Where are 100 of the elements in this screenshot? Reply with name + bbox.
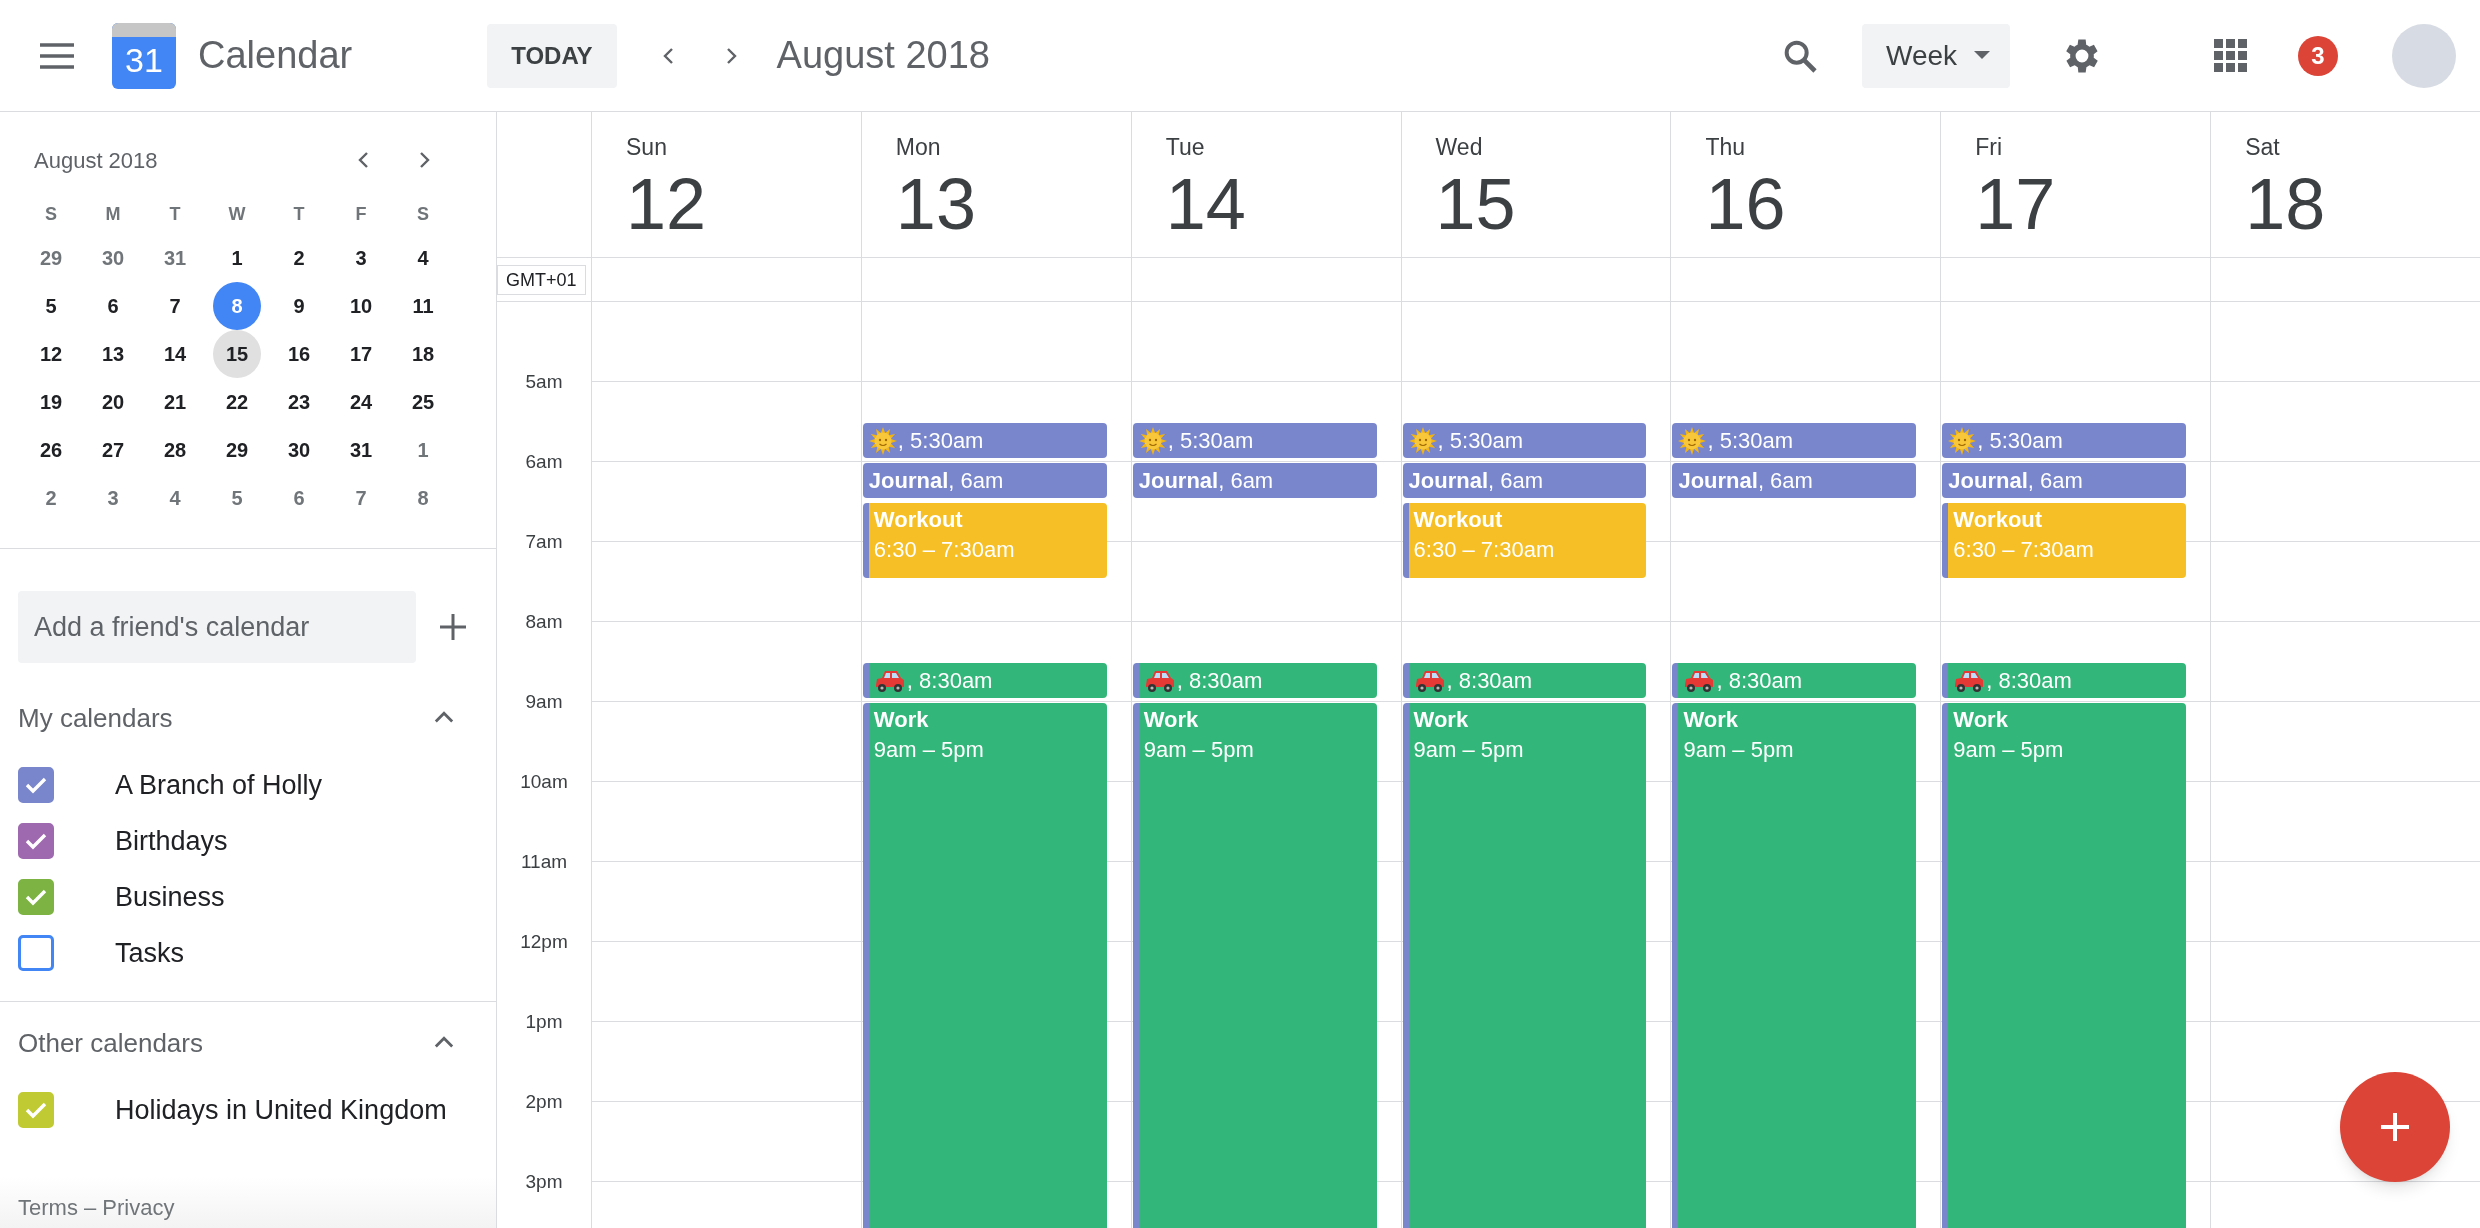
- mini-calendar-day[interactable]: 31: [337, 426, 385, 474]
- calendar-checkbox[interactable]: [18, 767, 54, 803]
- mini-calendar-title: August 2018: [34, 146, 158, 175]
- day-number[interactable]: 12: [626, 162, 707, 246]
- mini-calendar-day[interactable]: 19: [27, 378, 75, 426]
- day-number[interactable]: 16: [1705, 162, 1786, 246]
- event-text: , 5:30am: [1977, 426, 2063, 455]
- mini-calendar-day[interactable]: 28: [151, 426, 199, 474]
- weekday-name: Sat: [2245, 133, 2281, 162]
- weekday-label: W: [227, 202, 247, 226]
- mini-calendar-day[interactable]: 9: [275, 282, 323, 330]
- event-text: , 8:30am: [1446, 666, 1533, 695]
- mini-calendar-day[interactable]: 23: [275, 378, 323, 426]
- mini-calendar-day[interactable]: 7: [337, 474, 385, 522]
- calendar-checkbox[interactable]: [18, 1092, 54, 1128]
- mini-calendar-day[interactable]: 11: [399, 282, 447, 330]
- mini-calendar-day[interactable]: 1: [399, 426, 447, 474]
- weekday-label: T: [292, 202, 306, 226]
- mini-calendar-day[interactable]: 3: [337, 234, 385, 282]
- event-text: , 8:30am: [1176, 666, 1263, 695]
- section-title: My calendars: [18, 701, 173, 735]
- mini-calendar-day[interactable]: 12: [27, 330, 75, 378]
- hour-label: 9am: [525, 689, 563, 714]
- calendar-name: Holidays in United Kingdom: [115, 1093, 447, 1127]
- hour-label: 7am: [525, 529, 563, 554]
- weekday-name: Thu: [1705, 133, 1747, 162]
- mini-calendar-day[interactable]: 31: [151, 234, 199, 282]
- calendar-name: Tasks: [115, 936, 185, 970]
- mini-calendar-day[interactable]: 2: [27, 474, 75, 522]
- mini-calendar-day[interactable]: 2: [275, 234, 323, 282]
- weekday-name: Sun: [626, 133, 668, 162]
- mini-calendar-day[interactable]: 25: [399, 378, 447, 426]
- weekday-name: Mon: [895, 133, 942, 162]
- mini-calendar-day[interactable]: 22: [213, 378, 261, 426]
- mini-calendar-day[interactable]: 5: [27, 282, 75, 330]
- event-text: , 8:30am: [906, 666, 993, 695]
- weekday-name: Fri: [1975, 133, 2004, 162]
- mini-calendar-day[interactable]: 1: [213, 234, 261, 282]
- event-text: , 8:30am: [1716, 666, 1803, 695]
- calendar-checkbox[interactable]: [18, 879, 54, 915]
- menu-icon[interactable]: [38, 40, 76, 71]
- event-text: , 5:30am: [1437, 426, 1524, 455]
- calendar-checkbox[interactable]: [18, 823, 54, 859]
- section-title: Other calendars: [18, 1026, 203, 1060]
- mini-calendar-day[interactable]: 29: [27, 234, 75, 282]
- mini-calendar-day[interactable]: 6: [89, 282, 137, 330]
- sun-face-icon: [1678, 426, 1707, 455]
- mini-calendar-day[interactable]: 14: [151, 330, 199, 378]
- weekday-name: Wed: [1435, 133, 1484, 162]
- mini-calendar-day[interactable]: 7: [151, 282, 199, 330]
- mini-calendar-day[interactable]: 3: [89, 474, 137, 522]
- weekday-label: S: [416, 202, 430, 226]
- mini-calendar-day[interactable]: 8: [399, 474, 447, 522]
- sun-face-icon: [868, 426, 897, 455]
- hour-label: 8am: [525, 609, 563, 634]
- mini-calendar-day[interactable]: 27: [89, 426, 137, 474]
- mini-calendar-day[interactable]: 20: [89, 378, 137, 426]
- today-button[interactable]: TODAY: [487, 23, 617, 88]
- mini-calendar-day[interactable]: 15: [213, 330, 261, 378]
- mini-calendar-day[interactable]: 21: [151, 378, 199, 426]
- mini-calendar-day[interactable]: 24: [337, 378, 385, 426]
- mini-calendar-day[interactable]: 8: [213, 282, 261, 330]
- calendar-logo: 31: [112, 22, 176, 89]
- mini-calendar-day[interactable]: 5: [213, 474, 261, 522]
- mini-calendar-day[interactable]: 17: [337, 330, 385, 378]
- mini-calendar-day[interactable]: 30: [275, 426, 323, 474]
- mini-calendar-day[interactable]: 6: [275, 474, 323, 522]
- mini-calendar-day[interactable]: 26: [27, 426, 75, 474]
- hour-label: 3pm: [525, 1169, 563, 1194]
- check-icon: [24, 775, 48, 795]
- apps-icon[interactable]: [2214, 38, 2248, 73]
- mini-calendar-day[interactable]: 4: [151, 474, 199, 522]
- add-calendar-field[interactable]: Add a friend's calendar: [18, 591, 416, 663]
- event-text: , 5:30am: [1167, 426, 1254, 455]
- add-icon[interactable]: [438, 612, 468, 642]
- calendar-name: Business: [115, 880, 225, 914]
- view-select[interactable]: Week: [1862, 23, 2010, 88]
- day-number[interactable]: 14: [1165, 162, 1246, 246]
- mini-calendar-day[interactable]: 10: [337, 282, 385, 330]
- weekday-label: F: [354, 202, 368, 226]
- notification-badge[interactable]: 3: [2298, 35, 2338, 76]
- calendar-checkbox[interactable]: [18, 935, 54, 971]
- mini-calendar-day[interactable]: 29: [213, 426, 261, 474]
- day-number[interactable]: 18: [2245, 162, 2326, 246]
- calendar-name: Birthdays: [115, 824, 228, 858]
- mini-calendar-day[interactable]: 16: [275, 330, 323, 378]
- timezone-label: GMT+01: [497, 264, 586, 295]
- event-text: , 5:30am: [897, 426, 984, 455]
- day-number[interactable]: 13: [895, 162, 976, 246]
- weekday-label: T: [168, 202, 182, 226]
- mini-calendar-day[interactable]: 30: [89, 234, 137, 282]
- day-number[interactable]: 17: [1975, 162, 2056, 246]
- weekday-label: S: [44, 202, 58, 226]
- footer-links[interactable]: Terms – Privacy: [18, 1195, 175, 1220]
- mini-calendar-day[interactable]: 18: [399, 330, 447, 378]
- day-number[interactable]: 15: [1435, 162, 1516, 246]
- mini-calendar-day[interactable]: 13: [89, 330, 137, 378]
- check-icon: [24, 887, 48, 907]
- hour-label: 10am: [520, 769, 568, 794]
- mini-calendar-day[interactable]: 4: [399, 234, 447, 282]
